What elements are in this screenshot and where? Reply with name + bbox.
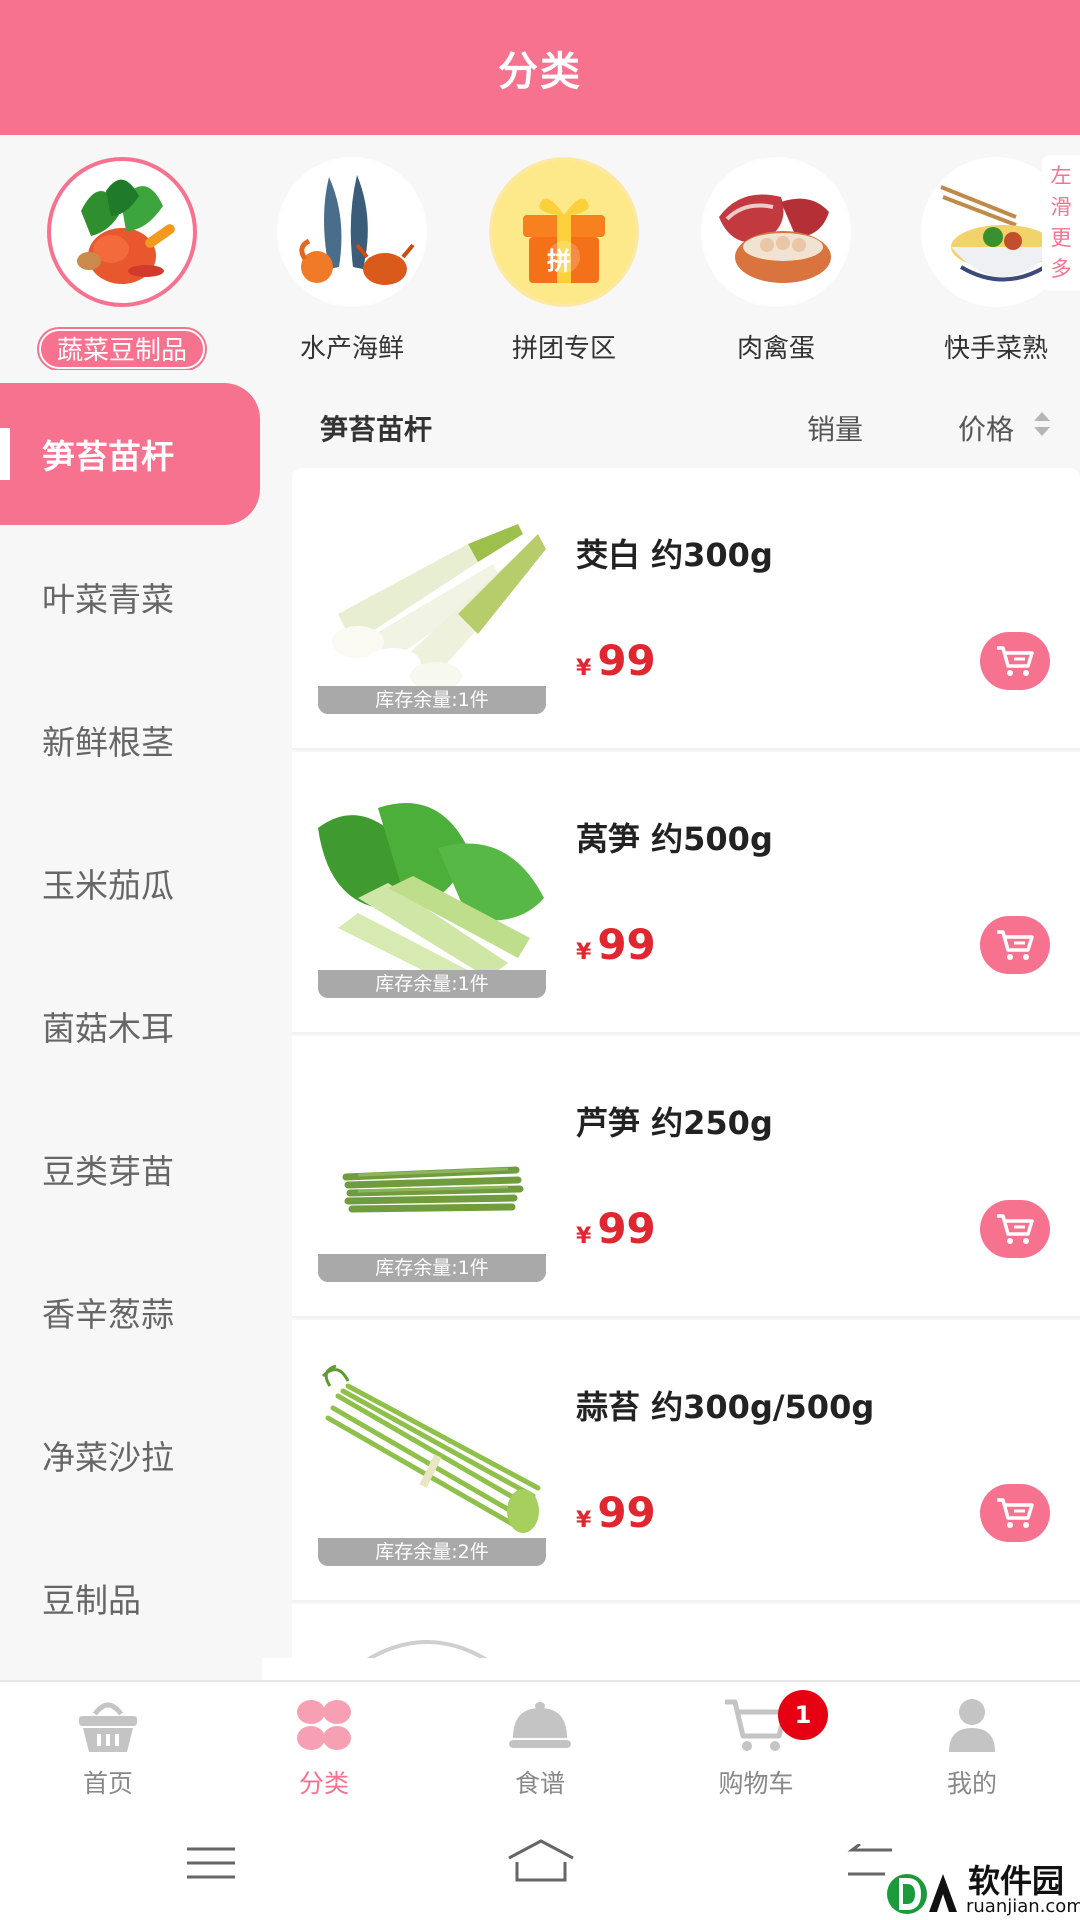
product-card[interactable]: 库存余量:1件 莴笋 约500g ¥99 [292, 752, 1080, 1034]
sidebar-item[interactable]: 新鲜根茎 [0, 669, 262, 811]
menu-icon[interactable] [185, 1846, 237, 1880]
stock-label: 库存余量:1件 [318, 1254, 546, 1282]
category-group-buy[interactable]: 拼 拼团专区 [464, 157, 664, 364]
cart-add-icon [997, 646, 1034, 676]
stock-label: 库存余量:1件 [318, 686, 546, 714]
app-header: 分类 [0, 0, 1080, 135]
category-grid-icon [297, 1700, 351, 1750]
price-value: 99 [597, 636, 656, 685]
add-to-cart-button[interactable] [980, 916, 1050, 974]
product-name[interactable]: 蒜苔 约300g/500g [576, 1382, 874, 1428]
product-image: 库存余量:2件 [318, 1356, 546, 1566]
add-to-cart-button[interactable] [980, 1200, 1050, 1258]
cart-count-badge: 1 [778, 1690, 828, 1740]
price-value: 99 [597, 1204, 656, 1253]
tab-category[interactable]: 分类 [216, 1682, 432, 1800]
meat-eggs-icon [701, 157, 851, 307]
slide-more-hint: 左滑更多 [1042, 155, 1080, 291]
category-seafood[interactable]: 水产海鲜 [252, 157, 452, 364]
product-card[interactable]: 库存余量:1件 芦笋 约250g ¥99 [292, 1036, 1080, 1318]
list-header: 笋苔苗杆 销量 价格 [262, 370, 1080, 468]
sidebar-item[interactable]: 净菜沙拉 [0, 1384, 262, 1526]
add-to-cart-button[interactable] [980, 632, 1050, 690]
tab-profile[interactable]: 我的 [864, 1682, 1080, 1800]
product-name[interactable]: 莴笋 约500g [576, 814, 773, 860]
group-buy-gift-icon: 拼 [489, 157, 639, 307]
category-label: 水产海鲜 [299, 334, 404, 364]
cart-add-icon [997, 930, 1034, 960]
category-label: 快手菜熟 [943, 334, 1048, 364]
seafood-icon [277, 157, 427, 307]
product-price: ¥99 [576, 1204, 656, 1253]
vegetables-icon [47, 157, 197, 307]
category-label: 肉禽蛋 [736, 334, 815, 364]
tab-label: 购物车 [718, 1769, 794, 1798]
user-icon [949, 1699, 995, 1752]
product-card[interactable]: 库存余量:2件 蒜苔 约300g/500g ¥99 [292, 1320, 1080, 1602]
currency-symbol: ¥ [576, 656, 592, 681]
product-name[interactable]: 芦笋 约250g [576, 1098, 773, 1144]
bottom-tab-bar: 首页 分类 食谱 1 购物车 我的 [0, 1680, 1080, 1798]
product-image: 库存余量:1件 [318, 1072, 546, 1282]
sidebar-item[interactable]: 玉米茄瓜 [0, 812, 262, 954]
currency-symbol: ¥ [576, 1508, 592, 1533]
product-card[interactable]: 库存余量:1件 茭白 约300g ¥99 [292, 468, 1080, 750]
product-name[interactable]: 茭白 约300g [576, 530, 773, 576]
basket-icon [79, 1702, 137, 1752]
tab-label: 我的 [946, 1769, 997, 1798]
product-image: 库存余量:1件 [318, 504, 546, 714]
category-vegetables[interactable]: 蔬菜豆制品 [22, 157, 222, 369]
cart-add-icon [997, 1214, 1034, 1244]
product-price: ¥99 [576, 920, 656, 969]
price-value: 99 [597, 1488, 656, 1537]
tab-home[interactable]: 首页 [0, 1682, 216, 1800]
sidebar-item[interactable]: 香辛葱蒜 [0, 1241, 262, 1383]
category-label: 蔬菜豆制品 [38, 329, 205, 369]
stock-label: 库存余量:1件 [318, 970, 546, 998]
tab-label: 食谱 [514, 1769, 565, 1798]
list-title: 笋苔苗杆 [320, 413, 433, 446]
category-label: 拼团专区 [511, 334, 616, 364]
currency-symbol: ¥ [576, 1224, 592, 1249]
stock-label: 库存余量:2件 [318, 1538, 546, 1566]
tab-label: 分类 [298, 1769, 349, 1798]
sort-by-price-button[interactable]: 价格 [958, 408, 1014, 448]
page-title: 分类 [498, 48, 582, 95]
add-to-cart-button[interactable] [980, 1484, 1050, 1542]
cart-add-icon [997, 1498, 1034, 1528]
sidebar-item[interactable]: 豆类芽苗 [0, 1098, 262, 1240]
product-list[interactable]: 库存余量:1件 茭白 约300g ¥99 库存余量:1件 莴笋 约500g ¥ … [262, 468, 1080, 1658]
product-price: ¥99 [576, 636, 656, 685]
currency-symbol: ¥ [576, 940, 592, 965]
group-buy-char: 拼 [547, 247, 571, 275]
category-meat-eggs[interactable]: 肉禽蛋 [676, 157, 876, 364]
watermark-subtext: ruanjian.com [966, 1896, 1080, 1917]
product-price: ¥99 [576, 1488, 656, 1537]
product-image: 库存余量:1件 [318, 788, 546, 998]
sidebar-item-active[interactable]: 笋苔苗杆 [0, 383, 260, 525]
sort-arrows-icon [1034, 412, 1050, 436]
product-image [366, 1640, 488, 1658]
price-value: 99 [597, 920, 656, 969]
sidebar-item[interactable]: 豆制品 [0, 1527, 262, 1669]
product-card-partial[interactable] [292, 1604, 1080, 1658]
sidebar-item[interactable]: 叶菜青菜 [0, 526, 262, 668]
sidebar-item[interactable]: 菌菇木耳 [0, 955, 262, 1097]
category-strip[interactable]: 蔬菜豆制品 水产海鲜 拼 拼团专区 肉禽蛋 快手菜熟 左滑更多 [0, 135, 1080, 370]
cloche-icon [509, 1702, 571, 1748]
tab-label: 首页 [82, 1769, 133, 1798]
tab-recipes[interactable]: 食谱 [432, 1682, 648, 1800]
sort-by-sales-button[interactable]: 销量 [807, 408, 863, 448]
sub-category-sidebar: 笋苔苗杆 叶菜青菜 新鲜根茎 玉米茄瓜 菌菇木耳 豆类芽苗 香辛葱蒜 净菜沙拉 … [0, 370, 262, 1680]
home-icon[interactable] [505, 1838, 577, 1884]
tab-cart[interactable]: 1 购物车 [648, 1682, 864, 1800]
